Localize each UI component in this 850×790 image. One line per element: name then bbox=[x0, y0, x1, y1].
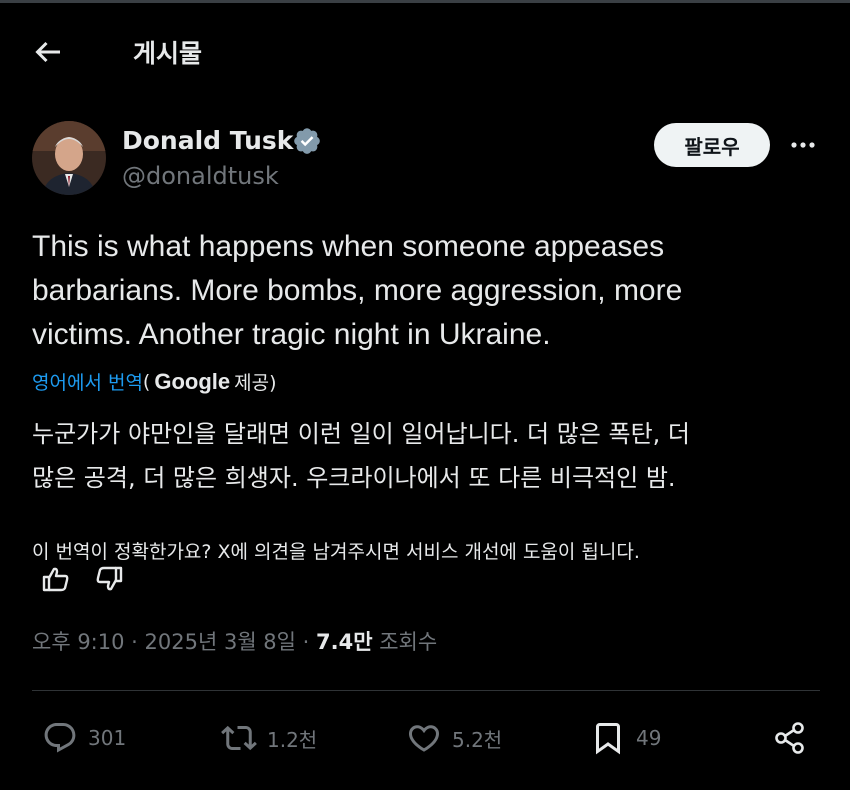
google-logo: Google bbox=[154, 368, 231, 394]
translated-text: 누군가가 야만인을 달래면 이런 일이 일어납니다. 더 많은 폭탄, 더 많은… bbox=[32, 412, 832, 500]
thumbs-up-icon bbox=[42, 567, 69, 592]
bookmark-count: 49 bbox=[636, 726, 662, 750]
author-name[interactable]: Donald Tusk bbox=[122, 126, 293, 155]
share-icon bbox=[775, 722, 804, 754]
views-label: 조회수 bbox=[372, 630, 438, 654]
tweet-meta: 오후 9:10 · 2025년 3월 8일 · 7.4만 조회수 bbox=[32, 626, 437, 656]
translated-from-link[interactable]: 영어에서 번역 bbox=[32, 368, 143, 395]
avatar[interactable] bbox=[32, 121, 106, 195]
meta-separator: · bbox=[124, 630, 145, 654]
action-bar: 301 1.2천 5.2천 49 bbox=[0, 712, 850, 766]
tweet-line: victims. Another tragic night in Ukraine… bbox=[32, 318, 551, 351]
back-arrow-icon bbox=[35, 41, 60, 63]
thumbs-down-button[interactable] bbox=[94, 564, 124, 594]
thumbs-down-icon bbox=[96, 566, 123, 591]
thumbs-up-button[interactable] bbox=[41, 564, 71, 594]
paren-open: ( bbox=[142, 370, 151, 393]
share-button[interactable] bbox=[772, 720, 808, 756]
bookmark-button[interactable]: 49 bbox=[590, 720, 661, 756]
translation-feedback-question: 이 번역이 정확한가요? X에 의견을 남겨주시면 서비스 개선에 도움이 됩니… bbox=[32, 541, 640, 563]
tweet-date[interactable]: 2025년 3월 8일 bbox=[145, 630, 296, 654]
like-count: 5.2천 bbox=[452, 727, 503, 752]
provider-suffix: 제공) bbox=[234, 372, 277, 394]
views-count: 7.4만 bbox=[316, 630, 373, 654]
tweet-line: barbarians. More bombs, more aggression,… bbox=[32, 274, 683, 307]
verified-badge-icon bbox=[294, 128, 320, 154]
tweet-text: This is what happens when someone appeas… bbox=[32, 225, 822, 357]
tweet-time[interactable]: 오후 9:10 bbox=[32, 630, 124, 654]
top-border bbox=[0, 0, 850, 3]
like-button[interactable]: 5.2천 bbox=[406, 720, 502, 756]
translated-line: 많은 공격, 더 많은 희생자. 우크라이나에서 또 다른 비극적인 밤. bbox=[32, 464, 676, 492]
follow-button[interactable]: 팔로우 bbox=[654, 123, 770, 167]
translation-attribution: 영어에서 번역 ( Google 제공) bbox=[32, 368, 277, 395]
bookmark-icon bbox=[596, 723, 620, 755]
avatar-image bbox=[32, 121, 106, 195]
repost-icon bbox=[221, 725, 257, 751]
more-icon bbox=[791, 142, 815, 148]
reply-button[interactable]: 301 bbox=[42, 720, 126, 756]
translated-line: 누군가가 야만인을 달래면 이런 일이 일어납니다. 더 많은 폭탄, 더 bbox=[32, 420, 690, 448]
reply-count: 301 bbox=[88, 726, 127, 750]
meta-separator: · bbox=[296, 630, 317, 654]
repost-button[interactable]: 1.2천 bbox=[221, 720, 317, 756]
divider bbox=[32, 690, 820, 691]
author-handle[interactable]: @donaldtusk bbox=[122, 162, 279, 190]
reply-icon bbox=[44, 723, 76, 753]
back-button[interactable] bbox=[30, 34, 66, 70]
page-title: 게시물 bbox=[133, 39, 203, 68]
like-icon bbox=[408, 725, 440, 752]
repost-count: 1.2천 bbox=[267, 727, 318, 752]
more-button[interactable] bbox=[786, 128, 820, 162]
tweet-line: This is what happens when someone appeas… bbox=[32, 230, 665, 263]
header: 게시물 bbox=[0, 20, 850, 82]
